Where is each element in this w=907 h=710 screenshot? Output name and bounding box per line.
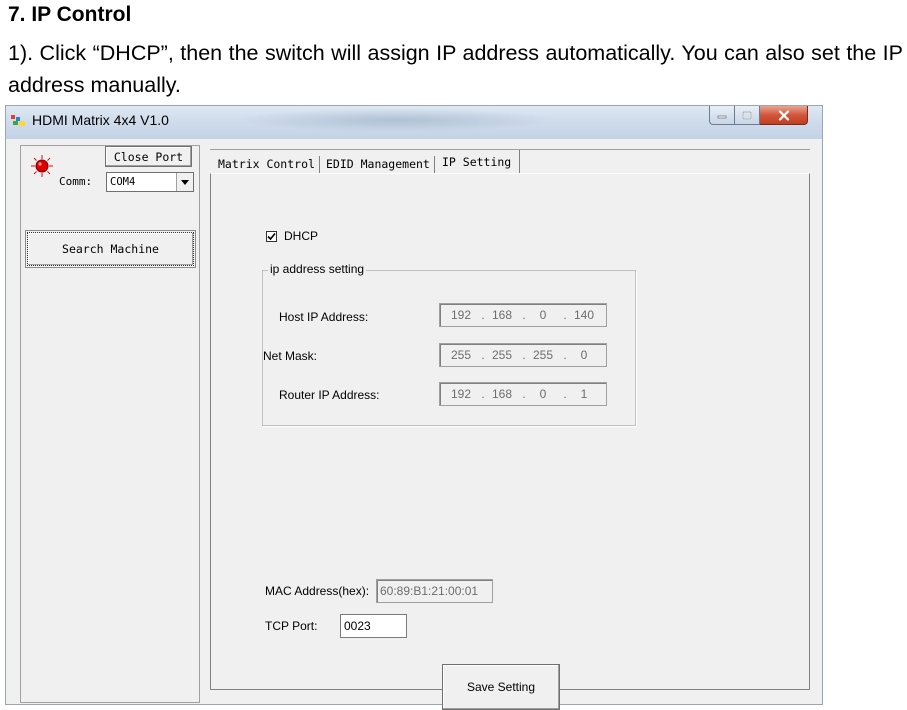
net-mask-octet-2: 255 (491, 348, 513, 362)
router-ip-input[interactable]: 192 . 168 . 0 . 1 (439, 382, 607, 406)
router-ip-octet-4: 1 (580, 387, 588, 401)
close-icon (778, 109, 789, 121)
search-machine-button[interactable]: Search Machine (25, 230, 196, 268)
chevron-down-icon (181, 179, 189, 185)
mac-address-label: MAC Address(hex): (265, 584, 370, 598)
connection-panel: Close Port Comm: COM4 Search Machine (20, 145, 200, 703)
router-ip-octet-3: 0 (539, 387, 547, 401)
close-port-button[interactable]: Close Port (105, 146, 192, 167)
minimize-button[interactable] (709, 106, 735, 125)
tab-edid-management[interactable]: EDID Management (322, 154, 434, 173)
title-bar-glass (236, 108, 556, 132)
ip-address-groupbox: ip address setting Host IP Address: 192 … (262, 262, 636, 426)
host-ip-input[interactable]: 192 . 168 . 0 . 140 (439, 303, 607, 327)
window-client-area: Close Port Comm: COM4 Search Machine Mat… (10, 139, 818, 710)
dhcp-label: DHCP (284, 229, 319, 243)
host-ip-octet-1: 192 (450, 308, 472, 322)
ip-setting-panel: DHCP ip address setting Host IP Address:… (210, 173, 810, 710)
comm-label: Comm: (59, 175, 93, 188)
mac-address-field[interactable]: 60:89:B1:21:00:01 (376, 579, 493, 603)
router-ip-octet-1: 192 (450, 387, 472, 401)
section-heading: 7. IP Control (8, 3, 132, 26)
tab-separator (434, 156, 435, 173)
host-ip-octet-4: 140 (573, 308, 595, 322)
caption-buttons (709, 106, 808, 126)
connection-status-led-icon (31, 155, 53, 177)
net-mask-label: Net Mask: (263, 349, 318, 363)
tcp-port-label: TCP Port: (265, 619, 318, 633)
host-ip-octet-2: 168 (491, 308, 513, 322)
window-title: HDMI Matrix 4x4 V1.0 (32, 112, 169, 128)
net-mask-octet-3: 255 (532, 348, 554, 362)
maximize-button[interactable] (735, 106, 760, 125)
checkmark-icon (267, 232, 276, 241)
dhcp-checkbox[interactable] (266, 231, 277, 242)
tab-ip-setting[interactable]: IP Setting (438, 150, 520, 174)
ip-address-group-title: ip address setting (268, 262, 367, 276)
router-ip-label: Router IP Address: (279, 388, 380, 402)
maximize-icon (742, 110, 752, 120)
instruction-paragraph: 1). Click “DHCP”, then the switch will a… (8, 41, 903, 97)
title-bar[interactable]: HDMI Matrix 4x4 V1.0 (6, 106, 822, 139)
host-ip-octet-3: 0 (539, 308, 547, 322)
tcp-port-input[interactable]: 0023 (340, 614, 407, 638)
app-icon (11, 115, 25, 126)
tab-separator (319, 156, 320, 173)
net-mask-input[interactable]: 255 . 255 . 255 . 0 (439, 343, 607, 367)
comm-port-value: COM4 (110, 176, 136, 188)
minimize-icon (717, 115, 727, 119)
net-mask-octet-4: 0 (580, 348, 588, 362)
tab-matrix-control[interactable]: Matrix Control (214, 154, 319, 173)
close-window-button[interactable] (760, 106, 808, 125)
router-ip-octet-2: 168 (491, 387, 513, 401)
comm-port-select[interactable]: COM4 (106, 172, 194, 192)
comm-dropdown-button[interactable] (176, 173, 193, 191)
net-mask-octet-1: 255 (450, 348, 472, 362)
app-window: HDMI Matrix 4x4 V1.0 Close Port Comm: CO… (5, 105, 823, 710)
host-ip-label: Host IP Address: (279, 310, 369, 324)
save-setting-button[interactable]: Save Setting (442, 664, 560, 710)
